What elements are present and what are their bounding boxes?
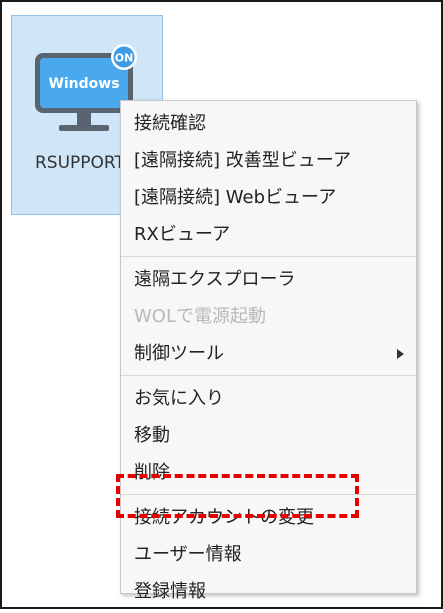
os-label: Windows (48, 76, 119, 92)
menu-item-enhanced-viewer[interactable]: [遠隔接続] 改善型ビューア (121, 142, 416, 179)
menu-item-registration-info[interactable]: 登録情報 (121, 573, 416, 610)
menu-item-connection-check[interactable]: 接続確認 (121, 105, 416, 142)
menu-item-favorites[interactable]: お気に入り (121, 380, 416, 417)
menu-item-user-info[interactable]: ユーザー情報 (121, 536, 416, 573)
context-menu: 接続確認 [遠隔接続] 改善型ビューア [遠隔接続] Webビューア RXビュー… (120, 100, 417, 602)
status-badge: ON (115, 52, 134, 65)
menu-item-move[interactable]: 移動 (121, 417, 416, 454)
menu-item-control-tools[interactable]: 制御ツール (121, 335, 416, 372)
menu-item-web-viewer[interactable]: [遠隔接続] Webビューア (121, 179, 416, 216)
menu-item-remote-explorer[interactable]: 遠隔エクスプローラ (121, 261, 416, 298)
submenu-arrow-icon (397, 349, 404, 359)
highlight-annotation (116, 474, 359, 518)
menu-group-connect: 接続確認 [遠隔接続] 改善型ビューア [遠隔接続] Webビューア RXビュー… (121, 101, 416, 257)
menu-group-tools: 遠隔エクスプローラ WOLで電源起動 制御ツール (121, 257, 416, 376)
menu-item-control-tools-label: 制御ツール (134, 343, 224, 364)
menu-item-wol-power-on: WOLで電源起動 (134, 306, 266, 327)
menu-item-rx-viewer[interactable]: RXビューア (121, 216, 416, 253)
